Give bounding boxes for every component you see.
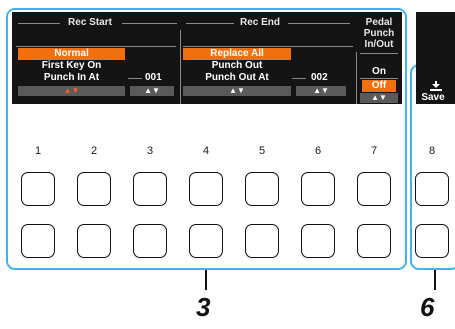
button-5-lower[interactable] [245,224,279,258]
button-6-lower[interactable] [301,224,335,258]
callout-3: 3 [196,292,211,322]
button-4-lower[interactable] [189,224,223,258]
button-8-lower[interactable] [415,224,449,258]
rec-start-option-punch-in-at[interactable]: Punch In At [18,72,125,84]
pedal-header-line3: In/Out [364,39,394,50]
button-label-1: 1 [34,145,42,157]
button-3-lower[interactable] [133,224,167,258]
button-1-lower[interactable] [21,224,55,258]
rec-end-option-replace-all[interactable]: Replace All [183,48,291,60]
button-2-upper[interactable] [77,172,111,206]
separator-2 [356,52,357,104]
button-label-3: 3 [146,145,154,157]
pedal-option-off[interactable]: Off [362,80,396,92]
callout-3-leader [205,270,207,290]
button-8-upper[interactable] [415,172,449,206]
rec-start-rule-right [122,23,177,24]
pedal-arrows-icon[interactable]: ▲▼ [360,93,398,103]
pedal-header-line1: Pedal [365,17,393,28]
button-1-upper[interactable] [21,172,55,206]
button-6-upper[interactable] [301,172,335,206]
rec-end-option-punch-out-at[interactable]: Punch Out At [183,72,291,84]
rec-start-arrows-icon[interactable]: ▲▼ [18,86,125,96]
rec-start-option-normal[interactable]: Normal [18,48,125,60]
pedal-header-line2: Punch [363,28,395,39]
rec-end-rule-right [288,23,350,24]
button-7-upper[interactable] [357,172,391,206]
button-label-6: 6 [314,145,322,157]
rec-end-rule-left [186,23,234,24]
callout-6: 6 [420,292,435,322]
rec-end-value-arrows-icon[interactable]: ▲▼ [296,86,346,96]
rec-start-value-arrows-icon[interactable]: ▲▼ [130,86,174,96]
button-label-7: 7 [370,145,378,157]
rec-end-arrows-icon[interactable]: ▲▼ [183,86,291,96]
button-3-upper[interactable] [133,172,167,206]
rec-end-value[interactable]: 002 [311,72,328,84]
button-5-upper[interactable] [245,172,279,206]
button-7-lower[interactable] [357,224,391,258]
pedal-option-on[interactable]: On [360,66,398,78]
rec-start-option-first-key-on[interactable]: First Key On [18,60,125,72]
save-label[interactable]: Save [416,92,450,104]
separator-1 [180,30,181,104]
rec-end-header: Rec End [239,17,280,28]
rec-start-list-top [16,46,176,47]
pedal-option-divider [360,78,398,79]
rec-start-value-rule [128,78,142,79]
rec-end-value-rule [292,78,306,79]
rec-end-option-punch-out[interactable]: Punch Out [183,60,291,72]
rec-start-rule-left [18,23,60,24]
button-4-upper[interactable] [189,172,223,206]
rec-start-value[interactable]: 001 [145,72,162,84]
button-label-4: 4 [202,145,210,157]
save-icon [424,79,448,91]
rec-end-list-top [183,46,353,47]
button-2-lower[interactable] [77,224,111,258]
button-label-5: 5 [258,145,266,157]
rec-start-header: Rec Start [68,17,112,28]
button-label-2: 2 [90,145,98,157]
callout-6-leader [434,270,436,290]
button-label-8: 8 [428,145,436,157]
pedal-list-top [360,53,398,54]
